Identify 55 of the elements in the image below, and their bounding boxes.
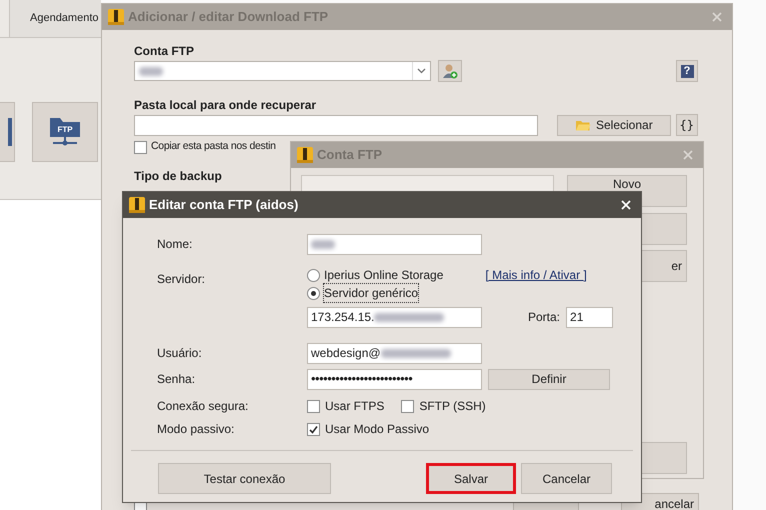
field-label: Pasta local para onde recuperar	[134, 97, 318, 114]
user-input[interactable]: webdesign@	[307, 342, 482, 364]
field-label: Modo passivo:	[157, 421, 236, 438]
cancel-button[interactable]: Cancelar	[521, 463, 612, 494]
toolbar-icon	[8, 118, 12, 146]
field-label: Senha:	[157, 371, 196, 388]
caret-icon	[417, 68, 426, 74]
close-icon	[712, 12, 722, 22]
tab[interactable]: Agendamento	[10, 0, 101, 37]
account-dropdown[interactable]	[134, 61, 431, 81]
name-input[interactable]	[307, 234, 482, 254]
field-label: Servidor:	[157, 271, 206, 288]
section-label: Tipo de backup	[134, 168, 222, 185]
folder-label: FTP	[50, 122, 80, 136]
radio-button[interactable]	[307, 268, 320, 282]
info-link[interactable]: [ Mais info / Ativar ]	[485, 266, 587, 284]
add-account-button[interactable]	[438, 60, 462, 82]
port-input[interactable]: 21	[566, 306, 614, 328]
folder-icon	[575, 119, 591, 131]
user-add-icon	[442, 63, 458, 79]
checkbox-label: Usar Modo Passivo	[325, 421, 430, 438]
checkbox[interactable]	[401, 400, 414, 412]
help-button[interactable]: ?	[676, 60, 698, 82]
folder-tab-icon	[50, 118, 63, 122]
field-label: Conexão segura:	[157, 398, 250, 415]
save-button[interactable]: Salvar	[426, 463, 516, 494]
checkbox[interactable]	[307, 400, 320, 412]
close-icon	[621, 200, 631, 210]
field-label: Usuário:	[157, 345, 203, 362]
test-connection-button[interactable]: Testar conexão	[158, 463, 331, 494]
checkbox-label: SFTP (SSH)	[419, 398, 486, 415]
toolbar-button[interactable]: FTP	[32, 102, 98, 162]
define-button[interactable]: Definir	[488, 368, 610, 390]
checkbox-label: Copiar esta pasta nos destin	[151, 139, 276, 154]
field-label: Conta FTP	[134, 43, 195, 60]
radio-label: Servidor genérico	[324, 284, 418, 302]
check-icon	[309, 424, 318, 434]
close-icon	[683, 150, 693, 160]
field-label: Nome:	[157, 236, 194, 253]
checkbox[interactable]	[307, 422, 320, 436]
window-title: Editar conta FTP (aidos)	[149, 196, 298, 214]
app-logo-icon	[129, 197, 145, 213]
folder-input[interactable]	[134, 114, 538, 136]
server-input[interactable]: 173.254.15.	[307, 306, 482, 328]
radio-label: Iperius Online Storage	[324, 267, 444, 284]
variables-button[interactable]: {}	[676, 114, 698, 136]
toolbar-button[interactable]	[0, 102, 15, 162]
checkbox-label: Usar FTPS	[325, 398, 384, 415]
app-logo-icon	[108, 9, 124, 25]
password-input[interactable]: •••••••••••••••••••••••••	[307, 368, 482, 390]
radio-button[interactable]	[307, 286, 320, 300]
select-button[interactable]: Selecionar	[557, 114, 670, 136]
app-logo-icon	[297, 147, 313, 163]
field-label: Porta:	[528, 309, 560, 326]
checkbox[interactable]	[134, 140, 147, 154]
